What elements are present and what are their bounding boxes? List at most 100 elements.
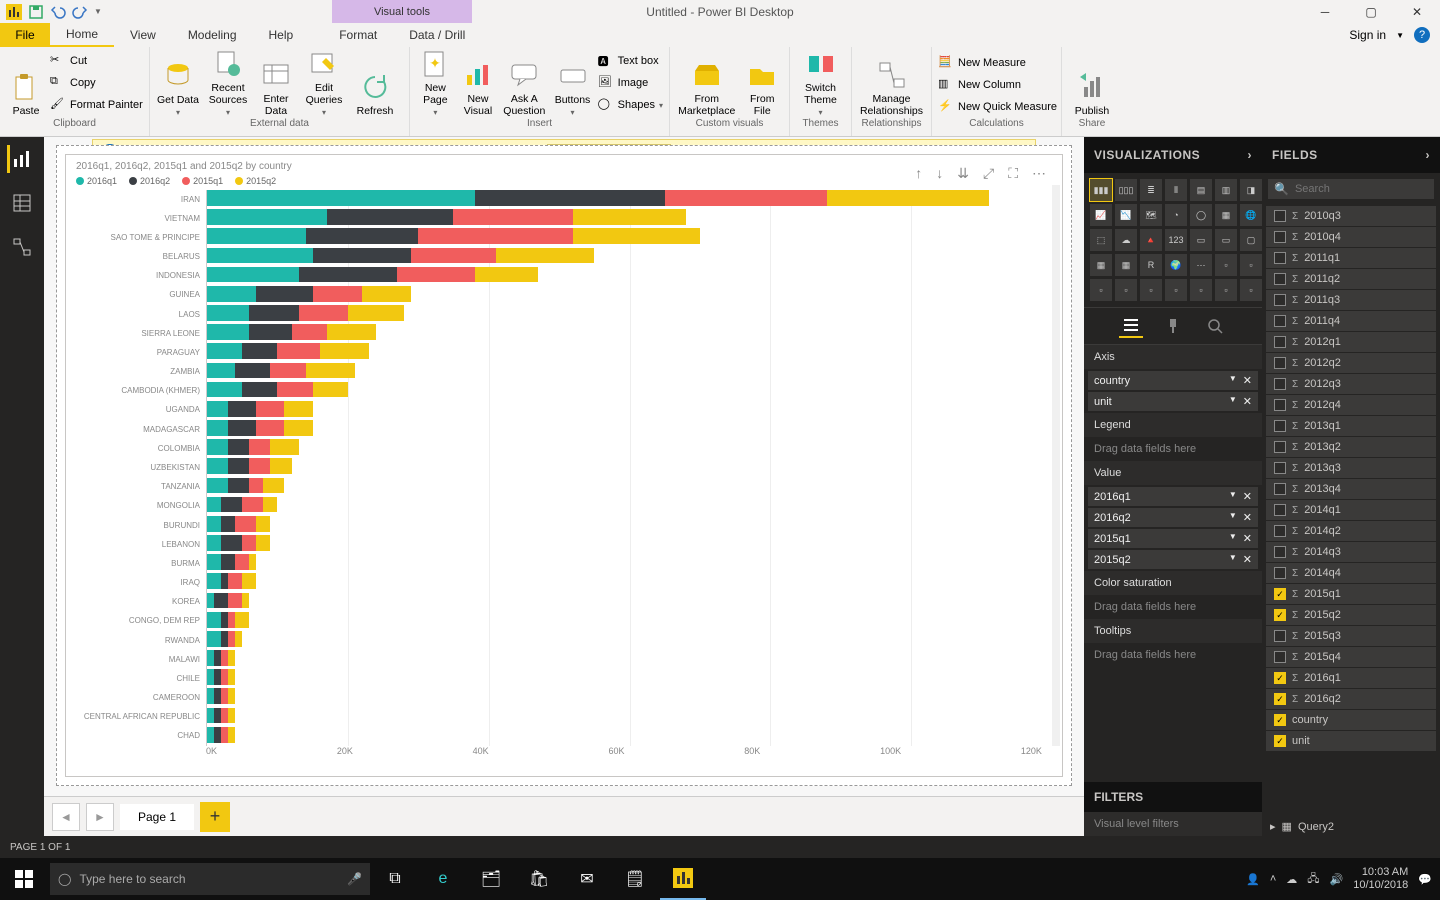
bar-segment[interactable] [270, 363, 305, 379]
visual-type-tile[interactable]: ☁ [1115, 229, 1137, 251]
field-well-item[interactable]: 2016q1▼✕ [1088, 487, 1258, 506]
store-icon[interactable]: 🛍 [516, 858, 562, 900]
bar-row[interactable] [207, 727, 1052, 743]
field-list-item[interactable]: country [1266, 710, 1436, 730]
format-mode-tab[interactable] [1161, 314, 1185, 338]
bar-segment[interactable] [228, 478, 249, 494]
bar-segment[interactable] [235, 631, 242, 647]
bar-row[interactable] [207, 708, 1052, 724]
field-checkbox[interactable] [1274, 651, 1286, 663]
visual-type-tile[interactable]: ⬚ [1090, 229, 1112, 251]
maximize-button[interactable]: ▢ [1348, 0, 1394, 23]
visual-type-tile[interactable]: 🌐 [1240, 204, 1262, 226]
field-list-item[interactable]: Σ2014q2 [1266, 521, 1436, 541]
people-icon[interactable]: 👤 [1246, 873, 1260, 886]
bar-segment[interactable] [207, 669, 214, 685]
chevron-down-icon[interactable]: ▼ [1229, 490, 1237, 503]
visual-type-tile[interactable]: R [1140, 254, 1162, 276]
bar-row[interactable] [207, 497, 1052, 513]
modeling-tab[interactable]: Modeling [172, 23, 253, 47]
fields-search-input[interactable] [1295, 183, 1437, 195]
visual-type-tile[interactable]: 📈 [1090, 204, 1112, 226]
new-quick-measure-button[interactable]: ⚡New Quick Measure [938, 97, 1057, 117]
bar-segment[interactable] [207, 363, 235, 379]
bar-segment[interactable] [277, 343, 319, 359]
paste-button[interactable]: Paste [6, 49, 46, 117]
bar-segment[interactable] [221, 573, 228, 589]
minimize-button[interactable]: ─ [1302, 0, 1348, 23]
bar-row[interactable] [207, 669, 1052, 685]
bar-row[interactable] [207, 650, 1052, 666]
remove-field-icon[interactable]: ✕ [1243, 532, 1252, 545]
table-query2[interactable]: ▸ ▦ Query2 [1262, 817, 1440, 836]
bar-segment[interactable] [306, 363, 355, 379]
mail-icon[interactable]: ✉ [564, 858, 610, 900]
visual-type-tile[interactable]: ⫴ [1165, 179, 1187, 201]
legend-item[interactable]: 2016q2 [129, 176, 170, 186]
bar-segment[interactable] [221, 497, 242, 513]
bar-segment[interactable] [207, 420, 228, 436]
bar-segment[interactable] [320, 343, 369, 359]
bar-segment[interactable] [207, 727, 214, 743]
bar-segment[interactable] [207, 478, 228, 494]
bar-row[interactable] [207, 439, 1052, 455]
bar-segment[interactable] [207, 286, 256, 302]
bar-segment[interactable] [418, 228, 573, 244]
bar-segment[interactable] [249, 458, 270, 474]
bar-segment[interactable] [207, 439, 228, 455]
field-checkbox[interactable] [1274, 672, 1286, 684]
bar-segment[interactable] [475, 190, 665, 206]
textbox-button[interactable]: 🅰Text box [598, 51, 663, 71]
undo-icon[interactable] [50, 4, 66, 20]
field-list-item[interactable]: Σ2011q1 [1266, 248, 1436, 268]
bar-segment[interactable] [214, 593, 228, 609]
bar-segment[interactable] [221, 669, 228, 685]
visual-type-tile[interactable]: ⋯ [1190, 254, 1212, 276]
bar-row[interactable] [207, 612, 1052, 628]
bar-segment[interactable] [256, 286, 312, 302]
bar-segment[interactable] [475, 267, 538, 283]
bar-row[interactable] [207, 343, 1052, 359]
tooltips-placeholder[interactable]: Drag data fields here [1084, 643, 1262, 667]
bar-row[interactable] [207, 248, 1052, 264]
new-visual-button[interactable]: New Visual [459, 49, 498, 117]
bar-row[interactable] [207, 593, 1052, 609]
field-well-item[interactable]: 2015q2▼✕ [1088, 550, 1258, 569]
field-list-item[interactable]: Σ2013q3 [1266, 458, 1436, 478]
bar-segment[interactable] [228, 650, 235, 666]
start-button[interactable] [0, 858, 48, 900]
bar-segment[interactable] [256, 535, 270, 551]
bar-segment[interactable] [228, 593, 242, 609]
help-badge-icon[interactable]: ? [1414, 27, 1430, 43]
color-sat-placeholder[interactable]: Drag data fields here [1084, 595, 1262, 619]
from-file-button[interactable]: From File [741, 49, 783, 117]
bar-row[interactable] [207, 228, 1052, 244]
remove-field-icon[interactable]: ✕ [1243, 395, 1252, 408]
model-view-icon[interactable] [8, 233, 36, 261]
bar-segment[interactable] [313, 382, 348, 398]
drill-all-icon[interactable]: ⇊ [957, 165, 969, 182]
field-checkbox[interactable] [1274, 609, 1286, 621]
bar-segment[interactable] [214, 650, 221, 666]
image-button[interactable]: 🖼Image [598, 73, 663, 93]
bar-segment[interactable] [207, 554, 221, 570]
field-list-item[interactable]: Σ2015q2 [1266, 605, 1436, 625]
bar-row[interactable] [207, 631, 1052, 647]
field-list-item[interactable]: Σ2013q1 [1266, 416, 1436, 436]
bar-segment[interactable] [221, 688, 228, 704]
field-checkbox[interactable] [1274, 546, 1286, 558]
page-1-tab[interactable]: Page 1 [120, 804, 194, 830]
field-checkbox[interactable] [1274, 378, 1286, 390]
bar-segment[interactable] [207, 305, 249, 321]
get-data-button[interactable]: Get Data [156, 49, 200, 117]
bar-segment[interactable] [242, 382, 277, 398]
bar-segment[interactable] [214, 669, 221, 685]
visual-type-tile[interactable]: 🗺 [1140, 204, 1162, 226]
bar-segment[interactable] [221, 631, 228, 647]
field-well-item[interactable]: country▼✕ [1088, 371, 1258, 390]
edit-queries-button[interactable]: Edit Queries [300, 49, 348, 117]
bar-segment[interactable] [292, 324, 327, 340]
home-tab[interactable]: Home [50, 23, 114, 47]
visual-type-tile[interactable]: ▤ [1190, 179, 1212, 201]
field-checkbox[interactable] [1274, 399, 1286, 411]
